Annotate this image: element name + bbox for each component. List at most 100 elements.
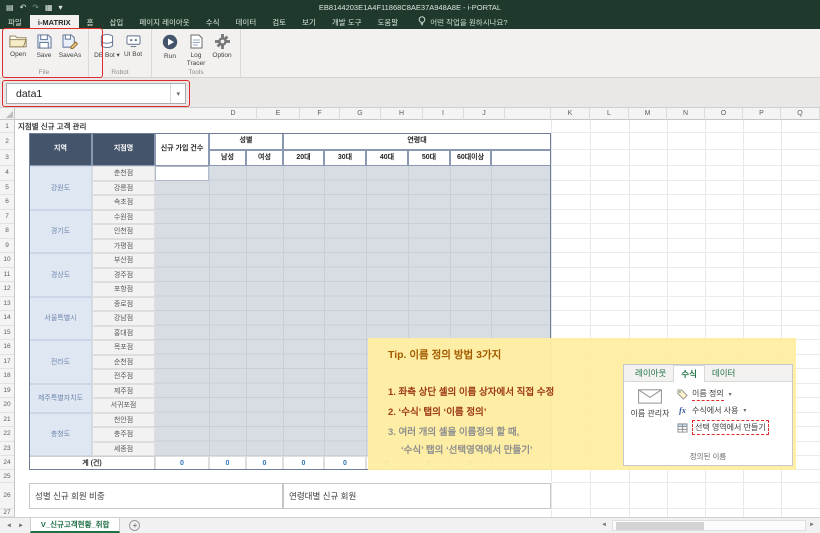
column-header-N[interactable]: N — [667, 108, 705, 120]
row-header-10[interactable]: 10 — [0, 253, 14, 268]
column-header-blank[interactable] — [505, 108, 551, 120]
branch-cell[interactable]: 부산점 — [92, 253, 155, 268]
branch-cell[interactable]: 세종점 — [92, 442, 155, 457]
branch-cell[interactable]: 충주점 — [92, 427, 155, 442]
hscroll-right-arrow[interactable]: ► — [809, 522, 815, 528]
name-box[interactable]: data1 ▾ — [6, 83, 186, 104]
branch-cell[interactable]: 포항점 — [92, 282, 155, 297]
column-header-P[interactable]: P — [743, 108, 781, 120]
header-branch[interactable]: 지점명 — [92, 133, 155, 166]
ribbon-tab-review[interactable]: 검토 — [264, 15, 294, 29]
row-header-14[interactable]: 14 — [0, 311, 14, 326]
header-age-2[interactable]: 30대 — [324, 150, 366, 166]
header-gender[interactable]: 성별 — [209, 133, 283, 150]
row-header-18[interactable]: 18 — [0, 369, 14, 384]
tell-me-box[interactable]: 어떤 작업을 원하시나요? — [410, 15, 515, 29]
section-title-age[interactable]: 연령대별 신규 회원 — [283, 483, 551, 509]
column-header-D[interactable]: D — [210, 108, 257, 120]
row-header-11[interactable]: 11 — [0, 268, 14, 283]
header-female[interactable]: 여성 — [246, 150, 283, 166]
region-cell[interactable]: 강원도 — [29, 166, 92, 210]
ribbon-button-save[interactable]: Save — [31, 31, 57, 60]
ribbon-button-option[interactable]: Option — [209, 31, 235, 60]
row-header-27[interactable]: 27 — [0, 509, 14, 517]
row-header-6[interactable]: 6 — [0, 195, 14, 210]
header-age-1[interactable]: 20대 — [283, 150, 324, 166]
row-header-9[interactable]: 9 — [0, 239, 14, 254]
region-cell[interactable]: 경기도 — [29, 210, 92, 254]
total-value-cell[interactable]: 0 — [246, 456, 283, 470]
ribbon-tab-insert[interactable]: 삽입 — [102, 15, 132, 29]
horizontal-scrollbar-thumb[interactable] — [616, 522, 704, 530]
sheet-nav-left-icon[interactable]: ◄ — [3, 523, 15, 529]
select-all-corner[interactable] — [0, 108, 15, 120]
row-header-8[interactable]: 8 — [0, 224, 14, 239]
header-age-5[interactable]: 60대이상 — [450, 150, 491, 166]
ribbon-tab-home[interactable]: 홈 — [79, 15, 102, 29]
total-label-cell[interactable]: 계 (건) — [29, 456, 155, 470]
total-value-cell[interactable]: 0 — [283, 456, 324, 470]
ribbon-tab-file[interactable]: 파일 — [0, 15, 30, 29]
region-cell[interactable]: 제주특별자치도 — [29, 384, 92, 413]
column-header-L[interactable]: L — [590, 108, 629, 120]
row-header-25[interactable]: 25 — [0, 470, 14, 483]
row-header-20[interactable]: 20 — [0, 398, 14, 413]
ribbon-tab-i-matrix[interactable]: i-MATRIX — [30, 15, 79, 29]
column-header-H[interactable]: H — [381, 108, 423, 120]
header-new-signup[interactable]: 신규 가입 건수 — [155, 133, 209, 166]
add-sheet-button[interactable]: + — [129, 520, 140, 531]
row-header-7[interactable]: 7 — [0, 210, 14, 225]
row-header-23[interactable]: 23 — [0, 442, 14, 457]
ribbon-button-run[interactable]: Run — [157, 31, 183, 61]
region-cell[interactable]: 서울특별시 — [29, 297, 92, 341]
branch-cell[interactable]: 강남점 — [92, 311, 155, 326]
row-header-3[interactable]: 3 — [0, 150, 14, 166]
grid-icon[interactable]: ▦ — [45, 3, 53, 12]
column-header-F[interactable]: F — [300, 108, 340, 120]
region-cell[interactable]: 충청도 — [29, 413, 92, 457]
row-header-21[interactable]: 21 — [0, 413, 14, 428]
column-header-I[interactable]: I — [423, 108, 464, 120]
row-header-1[interactable]: 1 — [0, 120, 14, 133]
total-value-cell[interactable]: 0 — [324, 456, 366, 470]
branch-cell[interactable]: 춘천점 — [92, 166, 155, 181]
row-header-13[interactable]: 13 — [0, 297, 14, 312]
branch-cell[interactable]: 가평점 — [92, 239, 155, 254]
ribbon-tab-help[interactable]: 도움말 — [370, 15, 407, 29]
column-header-M[interactable]: M — [629, 108, 667, 120]
redo-icon[interactable]: ↷ — [32, 3, 39, 12]
row-header-17[interactable]: 17 — [0, 355, 14, 370]
ribbon-tab-page-layout[interactable]: 페이지 레이아웃 — [131, 15, 197, 29]
branch-cell[interactable]: 인천점 — [92, 224, 155, 239]
column-header-J[interactable]: J — [464, 108, 505, 120]
ribbon-tab-view[interactable]: 보기 — [294, 15, 324, 29]
total-value-cell[interactable]: 0 — [209, 456, 246, 470]
region-cell[interactable]: 경상도 — [29, 253, 92, 297]
header-blank[interactable] — [491, 150, 551, 166]
header-age-3[interactable]: 40대 — [366, 150, 408, 166]
branch-cell[interactable]: 서귀포점 — [92, 398, 155, 413]
branch-cell[interactable]: 강릉점 — [92, 181, 155, 196]
total-value-cell[interactable]: 0 — [155, 456, 209, 470]
branch-cell[interactable]: 천안점 — [92, 413, 155, 428]
row-header-12[interactable]: 12 — [0, 282, 14, 297]
branch-cell[interactable]: 수원점 — [92, 210, 155, 225]
ribbon-tab-data[interactable]: 데이터 — [228, 15, 265, 29]
column-header-Q[interactable]: Q — [781, 108, 820, 120]
customize-caret-icon[interactable]: ▾ — [59, 3, 63, 12]
row-header-24[interactable]: 24 — [0, 456, 14, 470]
branch-cell[interactable]: 순천점 — [92, 355, 155, 370]
branch-cell[interactable]: 경주점 — [92, 268, 155, 283]
row-header-2[interactable]: 2 — [0, 133, 14, 150]
hscroll-left-arrow[interactable]: ◄ — [601, 522, 607, 528]
region-cell[interactable]: 전라도 — [29, 340, 92, 384]
row-header-5[interactable]: 5 — [0, 181, 14, 196]
row-header-26[interactable]: 26 — [0, 483, 14, 509]
branch-cell[interactable]: 전주점 — [92, 369, 155, 384]
header-age-group[interactable]: 연령대 — [283, 133, 551, 150]
ribbon-button-ui-bot[interactable]: UI Bot — [120, 31, 146, 59]
active-cell[interactable] — [155, 166, 209, 181]
branch-cell[interactable]: 목포점 — [92, 340, 155, 355]
section-title-gender[interactable]: 성별 신규 회원 비중 — [29, 483, 283, 509]
column-header-G[interactable]: G — [340, 108, 381, 120]
